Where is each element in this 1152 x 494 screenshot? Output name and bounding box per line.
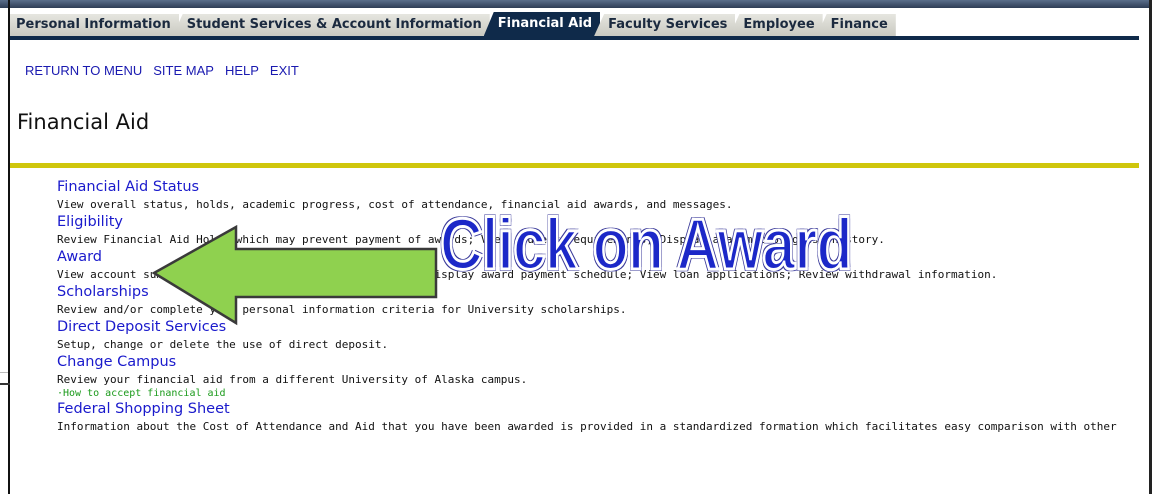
federal-shopping-sheet-link[interactable]: Federal Shopping Sheet xyxy=(57,400,1137,419)
menu-item-description: Setup, change or delete the use of direc… xyxy=(57,338,389,351)
site-map-link[interactable]: SITE MAP xyxy=(153,63,214,78)
menu-item-description: Review Financial Aid Holds which may pre… xyxy=(57,233,885,246)
background-window-edge xyxy=(0,383,10,385)
how-to-accept-aid-link[interactable]: ·How to accept financial aid xyxy=(57,388,1137,400)
menu-item-description: View overall status, holds, academic pro… xyxy=(57,198,733,211)
financial-aid-status-link[interactable]: Financial Aid Status xyxy=(57,178,1137,197)
direct-deposit-services-link[interactable]: Direct Deposit Services xyxy=(57,318,1137,337)
eligibility-link[interactable]: Eligibility xyxy=(57,213,1137,232)
menu-item-description: Review your financial aid from a differe… xyxy=(57,373,528,386)
tab-finance[interactable]: Finance xyxy=(816,14,896,36)
menu-item-scholarships: Scholarships Review and/or complete your… xyxy=(57,283,1137,318)
exit-link[interactable]: EXIT xyxy=(270,63,299,78)
menu-item-direct-deposit: Direct Deposit Services Setup, change or… xyxy=(57,318,1137,353)
menu-item-federal-shopping-sheet: Federal Shopping Sheet Information about… xyxy=(57,400,1137,435)
menu-item-description: Review and/or complete your personal inf… xyxy=(57,303,627,316)
return-to-menu-link[interactable]: RETURN TO MENU xyxy=(25,63,142,78)
tab-student-services[interactable]: Student Services & Account Information xyxy=(172,14,490,36)
scholarships-link[interactable]: Scholarships xyxy=(57,283,1137,302)
background-window-edge xyxy=(0,372,8,373)
top-nav-links: RETURN TO MENU SITE MAP HELP EXIT xyxy=(25,63,299,78)
window-top-border xyxy=(0,0,1152,8)
frame-left-border xyxy=(8,0,10,494)
page-title: Financial Aid xyxy=(17,110,150,134)
tab-employee[interactable]: Employee xyxy=(729,14,823,36)
award-link[interactable]: Award xyxy=(57,248,1137,267)
change-campus-link[interactable]: Change Campus xyxy=(57,353,1137,372)
menu-item-financial-aid-status: Financial Aid Status View overall status… xyxy=(57,178,1137,213)
section-divider xyxy=(10,163,1139,168)
tab-financial-aid[interactable]: Financial Aid xyxy=(483,12,601,36)
menu-item-description: View account summary; View awards; Accep… xyxy=(57,268,998,281)
menu-item-eligibility: Eligibility Review Financial Aid Holds w… xyxy=(57,213,1137,248)
financial-aid-menu: Financial Aid Status View overall status… xyxy=(57,178,1137,435)
main-tab-bar: Personal Information Student Services & … xyxy=(10,10,1139,40)
menu-item-description: Information about the Cost of Attendance… xyxy=(57,420,1117,433)
tab-personal-information[interactable]: Personal Information xyxy=(10,14,179,36)
tab-faculty-services[interactable]: Faculty Services xyxy=(594,14,736,36)
help-link[interactable]: HELP xyxy=(225,63,259,78)
menu-item-award: Award View account summary; View awards;… xyxy=(57,248,1137,283)
menu-item-change-campus: Change Campus Review your financial aid … xyxy=(57,353,1137,400)
